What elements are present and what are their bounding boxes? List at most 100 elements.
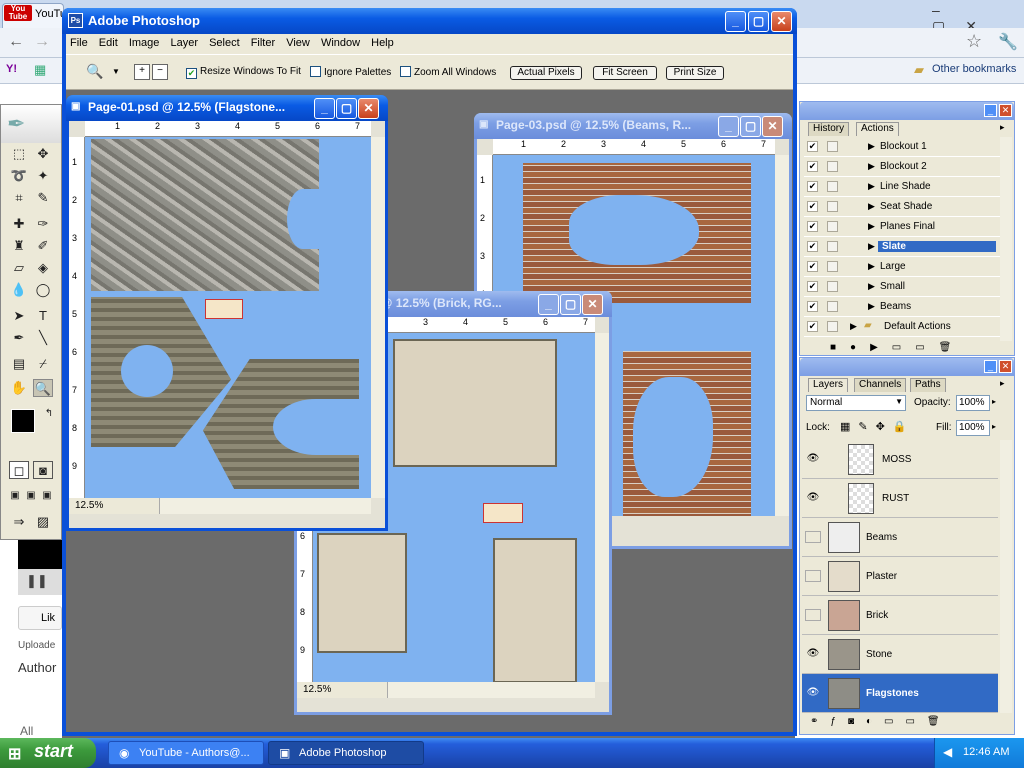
- blur-tool-icon[interactable]: 💧: [9, 281, 29, 299]
- move-tool-icon[interactable]: ✥: [33, 145, 53, 163]
- doc-close-button[interactable]: ✕: [358, 98, 379, 119]
- slice-tool-icon[interactable]: ✎: [33, 189, 53, 207]
- doc-canvas[interactable]: [85, 137, 371, 498]
- menu-edit[interactable]: Edit: [99, 37, 118, 49]
- star-icon[interactable]: ☆: [966, 31, 982, 52]
- fill-input[interactable]: 100%: [956, 420, 990, 436]
- action-item[interactable]: ✔ ▶ Seat Shade: [804, 197, 1000, 217]
- layers-scrollbar[interactable]: [1000, 440, 1012, 713]
- menu-window[interactable]: Window: [321, 37, 360, 49]
- doc-minimize-button[interactable]: _: [538, 294, 559, 315]
- quickmask-mode-icon[interactable]: ◙: [33, 461, 53, 479]
- action-item-selected[interactable]: ✔ ▶ Slate: [804, 237, 1000, 257]
- action-item[interactable]: ✔ ▶ Small: [804, 277, 1000, 297]
- panel-menu-icon[interactable]: ▸: [1000, 122, 1005, 133]
- opacity-input[interactable]: 100%: [956, 395, 990, 411]
- maximize-button[interactable]: ▢: [748, 11, 769, 32]
- browser-window-controls[interactable]: –▢✕: [924, 2, 1024, 34]
- layer-row[interactable]: Plaster: [802, 557, 998, 596]
- doc-maximize-button[interactable]: ▢: [560, 294, 581, 315]
- brush-tool-icon[interactable]: ✑: [33, 215, 53, 233]
- layer-row[interactable]: Beams: [802, 518, 998, 557]
- paint-bucket-icon[interactable]: ◈: [33, 259, 53, 277]
- zoom-tool-icon[interactable]: 🔍: [33, 379, 53, 397]
- doc-maximize-button[interactable]: ▢: [740, 116, 761, 137]
- path-select-icon[interactable]: ➤: [9, 307, 29, 325]
- actions-footer-icons[interactable]: ■●▶▭▭🗑: [830, 342, 965, 353]
- player-controls[interactable]: ❚❚: [18, 569, 62, 595]
- layer-row[interactable]: Brick: [802, 596, 998, 635]
- print-size-button[interactable]: Print Size: [666, 66, 724, 80]
- action-item[interactable]: ✔ ▶ Large: [804, 257, 1000, 277]
- other-bookmarks[interactable]: Other bookmarks: [932, 63, 1016, 75]
- minimize-button[interactable]: _: [725, 11, 746, 32]
- layer-row[interactable]: 👁 Stone: [802, 635, 998, 674]
- panel-close-icon[interactable]: ✕: [999, 360, 1012, 373]
- hand-tool-icon[interactable]: ✋: [9, 379, 29, 397]
- actual-pixels-button[interactable]: Actual Pixels: [510, 66, 582, 80]
- forward-icon[interactable]: →: [34, 33, 50, 51]
- action-set[interactable]: ✔ ▶ ▰ Default Actions: [804, 317, 1000, 337]
- panel-titlebar[interactable]: _ ✕: [800, 358, 1014, 376]
- panel-minimize-icon[interactable]: _: [984, 104, 997, 117]
- zoom-out-icon[interactable]: −: [152, 64, 168, 80]
- vertical-scrollbar[interactable]: [371, 137, 385, 498]
- taskbar-youtube[interactable]: ◉ YouTube - Authors@...: [108, 741, 264, 765]
- doc-window-page1[interactable]: ▣ Page-01.psd @ 12.5% (Flagstone... _ ▢ …: [66, 95, 388, 531]
- eyedropper-icon[interactable]: ⌿: [33, 355, 53, 373]
- horizontal-scrollbar[interactable]: [159, 498, 371, 514]
- layers-footer-icons[interactable]: ⚭ƒ◙◐▭▭🗑: [810, 716, 952, 727]
- action-item[interactable]: ✔ ▶ Beams: [804, 297, 1000, 317]
- imageready-icon[interactable]: ⇒: [9, 513, 29, 531]
- tab-layers[interactable]: Layers: [808, 378, 849, 392]
- action-item[interactable]: ✔ ▶ Blockout 2: [804, 157, 1000, 177]
- jump-icon[interactable]: ▨: [33, 513, 53, 531]
- video-player[interactable]: [18, 539, 62, 569]
- resize-windows-checkbox[interactable]: ✔ Resize Windows To Fit: [186, 66, 301, 79]
- screen-mode-3-icon[interactable]: ▣: [37, 487, 57, 505]
- yahoo-icon[interactable]: Y!: [6, 63, 17, 75]
- fill-arrow-icon[interactable]: ▸: [992, 422, 996, 431]
- notes-tool-icon[interactable]: ▤: [9, 355, 29, 373]
- panel-close-icon[interactable]: ✕: [999, 104, 1012, 117]
- marquee-tool-icon[interactable]: ⬚: [9, 145, 29, 163]
- doc-maximize-button[interactable]: ▢: [336, 98, 357, 119]
- doc-minimize-button[interactable]: _: [314, 98, 335, 119]
- pen-tool-icon[interactable]: ✒: [9, 329, 29, 347]
- panel-minimize-icon[interactable]: _: [984, 360, 997, 373]
- lasso-tool-icon[interactable]: ➰: [9, 167, 29, 185]
- like-button[interactable]: Lik: [18, 606, 62, 630]
- menu-view[interactable]: View: [286, 37, 310, 49]
- tray-expand-icon[interactable]: ◀: [943, 745, 952, 759]
- preset-dropdown-icon[interactable]: ▼: [112, 67, 120, 76]
- action-item[interactable]: ✔ ▶ Blockout 1: [804, 137, 1000, 157]
- swap-colors-icon[interactable]: ↰: [39, 405, 59, 423]
- actions-scrollbar[interactable]: [1000, 137, 1012, 341]
- line-tool-icon[interactable]: ╲: [33, 329, 53, 347]
- foreground-color[interactable]: [11, 409, 35, 433]
- apps-icon[interactable]: ▦: [34, 62, 46, 78]
- pause-icon[interactable]: ❚❚: [26, 573, 48, 589]
- zoom-in-icon[interactable]: +: [134, 64, 150, 80]
- ignore-palettes-checkbox[interactable]: Ignore Palettes: [310, 66, 391, 78]
- action-item[interactable]: ✔ ▶ Planes Final: [804, 217, 1000, 237]
- menu-select[interactable]: Select: [209, 37, 240, 49]
- vertical-scrollbar[interactable]: [775, 155, 789, 516]
- vertical-scrollbar[interactable]: [595, 333, 609, 682]
- taskbar-photoshop[interactable]: ▣ Adobe Photoshop: [268, 741, 424, 765]
- tab-actions[interactable]: Actions: [856, 122, 899, 136]
- menu-image[interactable]: Image: [129, 37, 160, 49]
- menu-file[interactable]: File: [70, 37, 88, 49]
- layer-row[interactable]: 👁 MOSS: [802, 440, 998, 479]
- photoshop-titlebar[interactable]: Ps Adobe Photoshop: [62, 8, 797, 34]
- magic-wand-icon[interactable]: ✦: [33, 167, 53, 185]
- tab-history[interactable]: History: [808, 122, 850, 136]
- opacity-arrow-icon[interactable]: ▸: [992, 397, 996, 406]
- menu-layer[interactable]: Layer: [170, 37, 198, 49]
- layer-row-selected[interactable]: 👁 Flagstones: [802, 674, 998, 713]
- type-tool-icon[interactable]: T: [33, 307, 53, 325]
- doc-close-button[interactable]: ✕: [582, 294, 603, 315]
- panel-titlebar[interactable]: _ ✕: [800, 102, 1014, 120]
- dodge-tool-icon[interactable]: ◯: [33, 281, 53, 299]
- history-brush-icon[interactable]: ✐: [33, 237, 53, 255]
